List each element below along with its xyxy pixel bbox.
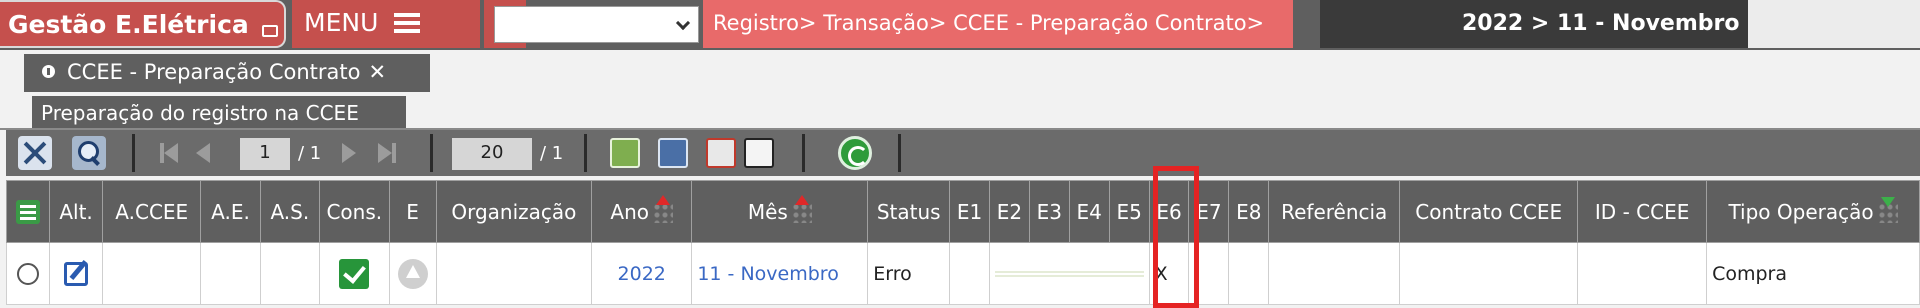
col-ano-label: Ano <box>610 199 650 224</box>
menu-button[interactable]: MENU <box>292 0 480 48</box>
col-a-s[interactable]: A.S. <box>259 180 321 243</box>
col-e[interactable]: E <box>388 180 437 243</box>
referencia-cell <box>1268 242 1401 305</box>
e-cell <box>388 242 437 305</box>
sort-desc-icon[interactable] <box>1877 196 1898 223</box>
id-ccee-cell <box>1577 242 1708 305</box>
app-logo[interactable]: Gestão E.Elétrica <box>0 0 286 48</box>
col-alt[interactable]: Alt. <box>48 180 104 243</box>
previous-page-icon[interactable] <box>196 143 210 163</box>
col-e8[interactable]: E8 <box>1228 180 1270 243</box>
ano-cell[interactable]: 2022 <box>591 242 693 305</box>
col-tipo-operacao[interactable]: Tipo Operação <box>1706 180 1920 243</box>
col-a-ccee[interactable]: A.CCEE <box>102 180 202 243</box>
page-number-input[interactable]: 1 <box>240 138 290 170</box>
toolbar-separator <box>430 134 433 172</box>
sort-asc-icon[interactable] <box>653 194 674 223</box>
tab-label: CCEE - Preparação Contrato <box>67 60 361 84</box>
table-header-row: Alt. A.CCEE A.E. A.S. Cons. E Organizaçã… <box>6 180 1920 243</box>
status-cell: Erro <box>867 242 951 305</box>
col-mes[interactable]: Mês <box>691 180 869 243</box>
toolbar-separator <box>802 134 805 172</box>
a-ccee-cell <box>102 242 202 305</box>
header-blank-area <box>1748 0 1920 48</box>
mes-cell[interactable]: 11 - Novembro <box>691 242 869 305</box>
data-grid: Alt. A.CCEE A.E. A.S. Cons. E Organizaçã… <box>6 180 1920 305</box>
column-list-icon <box>15 199 40 224</box>
select-columns-header[interactable] <box>6 180 50 243</box>
organizacao-cell <box>435 242 593 305</box>
e2-e5-cell <box>989 242 1150 305</box>
page-total: / 1 <box>298 143 322 164</box>
window-icon <box>261 25 278 37</box>
contrato-ccee-cell <box>1399 242 1579 305</box>
report-icon[interactable] <box>706 138 736 168</box>
col-e2[interactable]: E2 <box>989 180 1030 243</box>
alt-cell <box>48 242 104 305</box>
export-icon[interactable] <box>658 138 688 168</box>
row-radio[interactable] <box>16 262 39 285</box>
context-select[interactable] <box>494 6 699 43</box>
triangle-circle-icon[interactable] <box>397 258 428 289</box>
col-tipo-operacao-label: Tipo Operação <box>1728 199 1874 224</box>
period-display: 2022 > 11 - Novembro <box>1320 0 1748 48</box>
col-status[interactable]: Status <box>867 180 951 243</box>
cons-cell <box>319 242 390 305</box>
hamburger-icon <box>394 13 421 33</box>
e8-cell <box>1228 242 1270 305</box>
sort-asc-icon[interactable] <box>791 194 812 223</box>
col-e3[interactable]: E3 <box>1028 180 1070 243</box>
col-cons[interactable]: Cons. <box>319 180 390 243</box>
menu-label: MENU <box>304 8 379 37</box>
check-icon[interactable] <box>339 258 370 289</box>
a-e-cell <box>200 242 261 305</box>
table-row[interactable]: 2022 11 - Novembro Erro X Compra <box>6 242 1920 305</box>
toolbar-separator <box>132 134 135 172</box>
col-organizacao[interactable]: Organização <box>435 180 593 243</box>
chevron-down-icon <box>675 15 691 31</box>
top-bar: Gestão E.Elétrica MENU Registro> Transaç… <box>0 0 1920 50</box>
page-size-input[interactable]: 20 <box>452 138 532 170</box>
page-size-total: / 1 <box>540 143 564 164</box>
toolbar-separator <box>898 134 901 172</box>
tipo-operacao-cell: Compra <box>1706 242 1920 305</box>
close-icon[interactable]: ✕ <box>368 60 386 84</box>
next-page-icon[interactable] <box>342 143 356 163</box>
app-title: Gestão E.Elétrica <box>8 10 249 39</box>
search-icon[interactable] <box>72 136 106 170</box>
e1-cell <box>949 242 991 305</box>
breadcrumb: Registro> Transação> CCEE - Preparação C… <box>703 0 1293 48</box>
tab-ccee-preparacao[interactable]: CCEE - Preparação Contrato ✕ <box>24 54 430 92</box>
grid-toolbar: 1 / 1 20 / 1 <box>6 130 1920 176</box>
subtab-preparacao-registro[interactable]: Preparação do registro na CCEE <box>32 96 406 130</box>
col-e1[interactable]: E1 <box>949 180 991 243</box>
col-e4[interactable]: E4 <box>1068 180 1110 243</box>
col-a-e[interactable]: A.E. <box>200 180 261 243</box>
col-e5[interactable]: E5 <box>1108 180 1150 243</box>
last-page-icon[interactable] <box>378 143 392 163</box>
tools-icon[interactable] <box>18 136 52 170</box>
import-icon[interactable] <box>610 138 640 168</box>
refresh-icon[interactable] <box>838 136 872 170</box>
row-select-cell <box>6 242 50 305</box>
col-id-ccee[interactable]: ID - CCEE <box>1577 180 1708 243</box>
col-ano[interactable]: Ano <box>591 180 693 243</box>
e6-highlight-box <box>1153 166 1199 308</box>
subtab-strip: Preparação do registro na CCEE <box>0 92 1920 130</box>
toolbar-separator <box>584 134 587 172</box>
col-referencia[interactable]: Referência <box>1268 180 1401 243</box>
col-contrato-ccee[interactable]: Contrato CCEE <box>1399 180 1579 243</box>
a-s-cell <box>259 242 321 305</box>
progress-lines <box>995 266 1144 281</box>
edit-icon[interactable] <box>64 261 89 286</box>
tab-strip: CCEE - Preparação Contrato ✕ <box>0 50 1920 92</box>
download-icon[interactable] <box>744 138 774 168</box>
info-icon <box>42 65 55 78</box>
col-mes-label: Mês <box>747 199 788 224</box>
